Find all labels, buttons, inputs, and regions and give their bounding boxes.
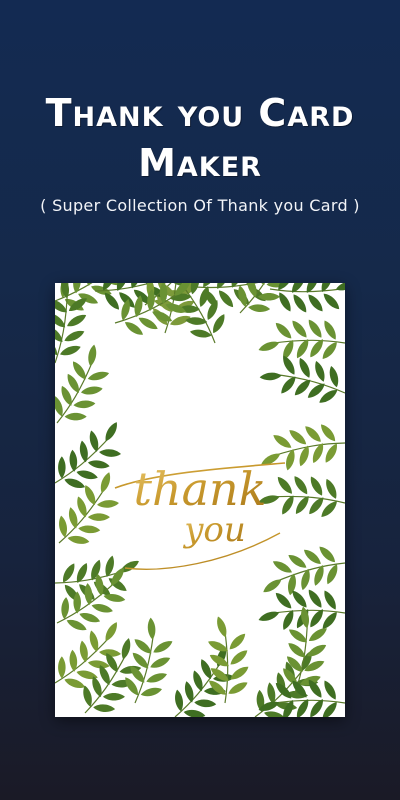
- app-title-line-1: Thank you Card: [45, 91, 355, 135]
- card-artwork: thank you: [55, 283, 345, 717]
- app-title-line-2: Maker: [138, 141, 262, 185]
- script-thank: thank: [133, 462, 266, 516]
- script-you: you: [182, 510, 246, 550]
- app-title: Thank you Card Maker: [0, 88, 400, 188]
- app-subtitle: ( Super Collection Of Thank you Card ): [40, 196, 360, 215]
- thank-you-card-preview[interactable]: thank you: [55, 283, 345, 717]
- app-header: Thank you Card Maker ( Super Collection …: [0, 88, 400, 215]
